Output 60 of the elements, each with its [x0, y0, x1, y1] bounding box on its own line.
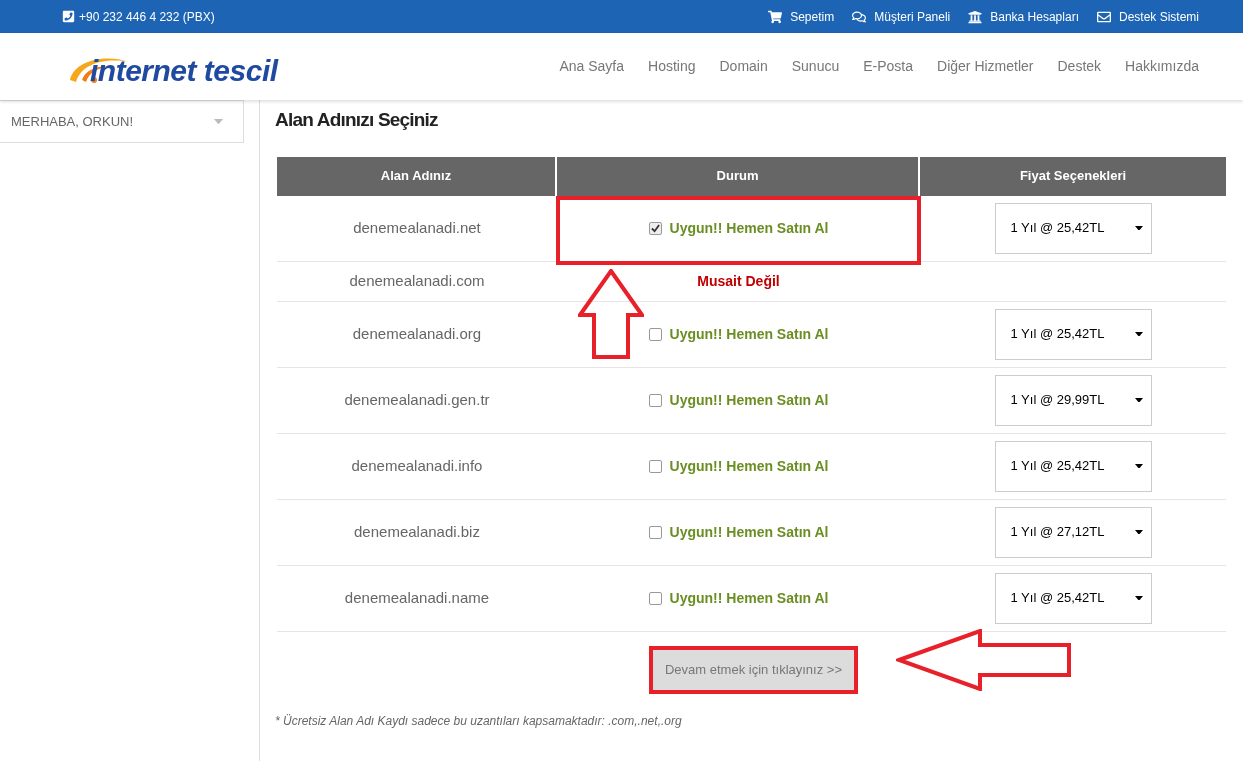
domain-name: denemealanadi.net — [353, 217, 481, 238]
price-select[interactable]: 1 Yıl @ 29,99TL — [994, 374, 1152, 426]
dropdown-caret-icon — [214, 118, 223, 125]
top-link[interactable]: Destek Sistemi — [1096, 7, 1199, 26]
bank-icon — [968, 9, 983, 24]
domain-name: denemealanadi.gen.tr — [344, 389, 490, 410]
user-menu[interactable]: MERHABA, ORKUN! — [0, 100, 244, 143]
availability-status: Uygun!! Hemen Satın Al — [669, 218, 829, 238]
nav-link[interactable]: Sunucu — [779, 56, 852, 77]
footnote: * Ücretsiz Alan Adı Kaydı sadece bu uzantıları kapsamaktadır: .com,.net,.org — [275, 712, 683, 730]
dropdown-caret-icon — [1134, 225, 1143, 231]
top-link[interactable]: Banka Hesapları — [968, 7, 1079, 26]
dropdown-caret-icon — [1134, 331, 1143, 337]
domain-name: denemealanadi.info — [351, 455, 483, 476]
dropdown-caret-icon — [1134, 463, 1143, 469]
phone-number: +90 232 446 4 232 (PBX) — [79, 8, 215, 26]
checkmark-icon — [650, 223, 660, 233]
checkbox[interactable] — [648, 221, 662, 235]
domain-name: denemealanadi.name — [344, 587, 490, 608]
phone-icon — [62, 10, 75, 23]
availability-status: Musait Değil — [697, 271, 780, 291]
price-select[interactable]: 1 Yıl @ 25,42TL — [994, 572, 1152, 624]
column-header: Fiyat Seçenekleri — [1018, 167, 1128, 186]
nav-link[interactable]: Diğer Hizmetler — [925, 56, 1046, 77]
nav-link[interactable]: Ana Sayfa — [547, 56, 636, 77]
price-select[interactable]: 1 Yıl @ 25,42TL — [994, 202, 1152, 254]
checkbox[interactable] — [648, 525, 662, 539]
column-header: Durum — [557, 156, 920, 196]
top-link[interactable]: Sepetim — [768, 7, 835, 26]
top-link[interactable]: Müşteri Paneli — [852, 7, 951, 26]
availability-status: Uygun!! Hemen Satın Al — [669, 390, 829, 410]
checkbox[interactable] — [648, 591, 662, 605]
checkbox[interactable] — [648, 393, 662, 407]
dropdown-caret-icon — [1134, 595, 1143, 601]
column-header: Alan Adınız — [277, 156, 557, 196]
availability-status: Uygun!! Hemen Satın Al — [669, 522, 829, 542]
nav-link[interactable]: Hosting — [636, 56, 708, 77]
dropdown-caret-icon — [1134, 397, 1143, 403]
price-select[interactable]: 1 Yıl @ 25,42TL — [994, 440, 1152, 492]
domain-name: denemealanadi.com — [349, 270, 485, 291]
checkbox[interactable] — [648, 327, 662, 341]
nav-link[interactable]: Hakkımızda — [1113, 56, 1211, 77]
envelope-icon — [1096, 9, 1111, 24]
availability-status: Uygun!! Hemen Satın Al — [669, 324, 829, 344]
checkbox[interactable] — [648, 459, 662, 473]
price-select[interactable]: 1 Yıl @ 27,12TL — [994, 506, 1152, 558]
cart-icon — [768, 9, 783, 24]
nav-link[interactable]: Destek — [1045, 56, 1114, 77]
continue-button[interactable]: Devam etmek için tıklayınız >> — [649, 645, 858, 694]
domain-name: denemealanadi.biz — [354, 521, 480, 542]
chat-bubbles-icon — [852, 9, 867, 24]
price-select[interactable]: 1 Yıl @ 25,42TL — [994, 308, 1152, 360]
page-title: Alan Adınızı Seçiniz — [275, 108, 439, 132]
availability-status: Uygun!! Hemen Satın Al — [669, 456, 829, 476]
nav-link[interactable]: E-Posta — [851, 56, 926, 77]
availability-status: Uygun!! Hemen Satın Al — [669, 588, 829, 608]
logo[interactable]: internet tescil — [90, 55, 278, 86]
domain-name: denemealanadi.org — [352, 323, 482, 344]
nav-link[interactable]: Domain — [707, 56, 780, 77]
dropdown-caret-icon — [1134, 529, 1143, 535]
